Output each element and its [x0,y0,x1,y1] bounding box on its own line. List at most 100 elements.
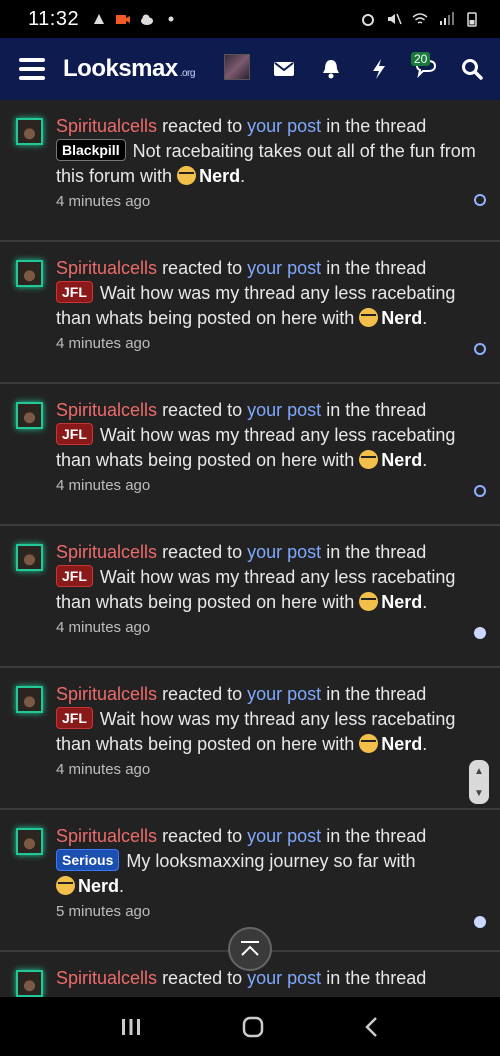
reaction-name: Nerd [381,450,423,470]
back-icon[interactable] [364,1016,380,1038]
avatar[interactable] [16,544,43,571]
post-link[interactable]: your post [247,826,321,846]
timestamp: 4 minutes ago [56,619,151,636]
action-text: reacted to [162,542,243,562]
lightning-icon[interactable] [366,56,392,82]
wifi-icon [412,13,428,24]
thread-prefix-badge: Blackpill [56,139,126,161]
inbox-icon[interactable] [271,56,297,82]
action-text: reacted to [162,826,243,846]
with-text: with [383,851,416,871]
recent-apps-icon[interactable] [120,1017,142,1037]
notification-item[interactable]: Spiritualcells reacted to your post in t… [0,526,500,668]
thread-prefix-badge: Serious [56,849,120,871]
nerd-emoji-icon [56,876,75,895]
reaction-name: Nerd [381,308,423,328]
nerd-emoji-icon [177,166,197,185]
with-text: with [140,166,173,186]
username-link[interactable]: Spiritualcells [56,116,157,136]
avatar[interactable] [16,118,43,145]
cloud-icon [141,14,154,25]
thread-suffix: in the thread [326,968,427,988]
action-text: reacted to [162,116,243,136]
avatar[interactable] [16,828,43,855]
thread-suffix: in the thread [326,116,427,136]
post-link[interactable]: your post [247,968,321,988]
action-text: reacted to [162,968,243,988]
scroll-handle[interactable]: ▲ ▼ [469,760,489,804]
logo-text: Looksmax [63,55,178,82]
logo-tld: .org [179,68,196,79]
with-text: with [322,308,355,328]
with-text: with [322,592,355,612]
search-icon[interactable] [459,56,485,82]
read-toggle[interactable] [474,627,486,639]
thread-prefix-badge: JFL [56,565,93,587]
thread-prefix-badge: JFL [56,707,93,729]
timestamp: 5 minutes ago [56,903,151,920]
unread-toggle[interactable] [474,343,486,355]
with-text: with [322,450,355,470]
post-link[interactable]: your post [247,400,321,420]
thread-suffix: in the thread [326,542,427,562]
avatar[interactable] [16,260,43,287]
nerd-emoji-icon [359,308,379,327]
post-link[interactable]: your post [247,116,321,136]
unread-toggle[interactable] [474,194,486,206]
username-link[interactable]: Spiritualcells [56,258,157,278]
action-text: reacted to [162,400,243,420]
app-header: Looksmax .org 20 [0,38,500,100]
nerd-emoji-icon [359,734,379,753]
nerd-emoji-icon [359,450,379,469]
clock: 11:32 [28,7,80,30]
status-bar: 11:32 [0,0,500,38]
thread-suffix: in the thread [326,258,427,278]
bell-icon[interactable] [318,56,344,82]
notification-app-icon [94,14,105,24]
notification-item[interactable]: Spiritualcells reacted to your post in t… [0,100,500,242]
username-link[interactable]: Spiritualcells [56,826,157,846]
username-link[interactable]: Spiritualcells [56,400,157,420]
notification-item[interactable]: Spiritualcells reacted to your post in t… [0,242,500,384]
notification-item[interactable]: Spiritualcells reacted to your post in t… [0,384,500,526]
notification-list: Spiritualcells reacted to your post in t… [0,100,500,997]
user-avatar[interactable] [224,54,250,80]
timestamp: 4 minutes ago [56,335,151,352]
post-link[interactable]: your post [247,684,321,704]
avatar[interactable] [16,686,43,713]
dot-icon [168,16,174,22]
conversations-count-badge: 20 [411,52,431,66]
username-link[interactable]: Spiritualcells [56,542,157,562]
thread-suffix: in the thread [326,684,427,704]
chevron-down-icon: ▼ [474,787,484,799]
thread-suffix: in the thread [326,826,427,846]
action-text: reacted to [162,684,243,704]
menu-icon[interactable] [19,58,45,80]
thread-suffix: in the thread [326,400,427,420]
username-link[interactable]: Spiritualcells [56,684,157,704]
read-toggle[interactable] [474,916,486,928]
scroll-to-top-button[interactable] [228,927,272,971]
username-link[interactable]: Spiritualcells [56,968,157,988]
thread-title-link[interactable]: My looksmaxxing journey so far [126,851,378,871]
chevron-up-icon: ▲ [474,765,484,777]
timestamp: 4 minutes ago [56,477,151,494]
unread-toggle[interactable] [474,485,486,497]
avatar[interactable] [16,402,43,429]
battery-icon [467,12,477,27]
post-link[interactable]: your post [247,258,321,278]
with-text: with [322,734,355,754]
avatar[interactable] [16,970,43,997]
home-icon[interactable] [241,1015,265,1039]
reaction-name: Nerd [78,876,120,896]
reaction-name: Nerd [381,734,423,754]
timestamp: 4 minutes ago [56,761,151,778]
alarm-icon [362,14,374,26]
site-logo[interactable]: Looksmax .org [63,55,195,83]
notification-item[interactable]: Spiritualcells reacted to your post in t… [0,668,500,810]
arrow-up-icon [241,941,259,956]
signal-icon [440,12,454,25]
post-link[interactable]: your post [247,542,321,562]
thread-prefix-badge: JFL [56,281,93,303]
mute-icon [388,13,402,25]
